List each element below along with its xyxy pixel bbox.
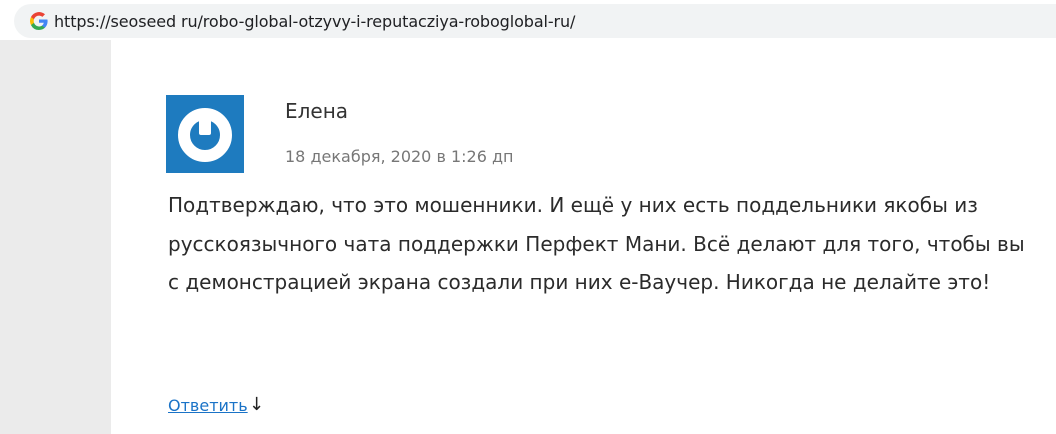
url-field[interactable]: https://seoseed ru/robo-global-otzyvy-i-…: [14, 4, 1056, 38]
comment-date[interactable]: 18 декабря, 2020 в 1:26 дп: [285, 147, 514, 166]
page-left-gutter: [0, 40, 111, 434]
browser-address-bar: https://seoseed ru/robo-global-otzyvy-i-…: [0, 0, 1056, 40]
reply-arrow-icon: ↓: [249, 394, 265, 415]
reply-link[interactable]: Ответить: [168, 396, 248, 415]
comment-author: Елена: [285, 99, 349, 123]
comment-text: Подтверждаю, что это мошенники. И ещё у …: [168, 193, 1025, 294]
power-symbol-avatar-icon: [178, 108, 232, 162]
google-g-icon: [30, 12, 48, 30]
avatar: [166, 95, 244, 173]
url-text[interactable]: https://seoseed ru/robo-global-otzyvy-i-…: [54, 12, 575, 31]
